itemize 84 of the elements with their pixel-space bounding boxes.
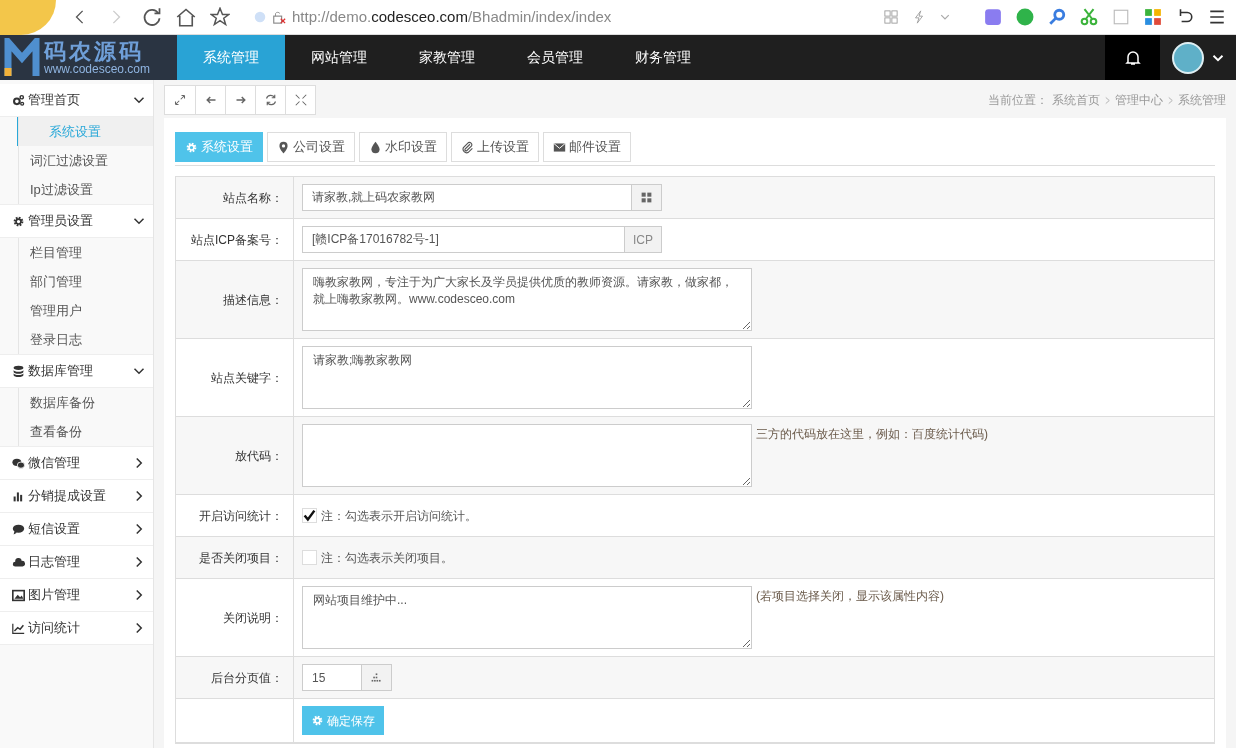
settings-tab[interactable]: 邮件设置 (543, 132, 631, 162)
sidebar-item[interactable]: 登录日志 (0, 325, 153, 354)
logo-subtitle: www.codesceo.com (44, 62, 151, 75)
cloud-icon (12, 555, 25, 569)
sidebar-group[interactable]: 管理首页 (0, 84, 153, 117)
extension-icon[interactable] (984, 8, 1002, 26)
nav-tab[interactable]: 会员管理 (501, 35, 609, 80)
sidebar-group[interactable]: 日志管理 (0, 546, 153, 579)
line-chart-icon (12, 621, 25, 635)
logo[interactable]: 码农源码 www.codesceo.com (0, 35, 177, 80)
nav-tab[interactable]: 网站管理 (285, 35, 393, 80)
bell-icon[interactable] (1105, 35, 1160, 80)
field-label: 是否关闭项目： (199, 549, 283, 567)
text-area[interactable]: 请家教;嗨教家教网 (302, 346, 752, 409)
sidebar-group[interactable]: 短信设置 (0, 513, 153, 546)
settings-icon (185, 140, 198, 154)
sidebar-group[interactable]: 管理员设置 (0, 205, 153, 238)
image-icon (12, 588, 25, 602)
settings-tab[interactable]: 公司设置 (267, 132, 355, 162)
star-icon[interactable] (208, 7, 232, 27)
qr-code-icon[interactable] (884, 10, 898, 24)
field-label: 放代码： (235, 447, 283, 465)
address-bar[interactable]: http://demo.codesceo.com/Bhadmin/index/index (254, 5, 884, 29)
sidebar-item[interactable]: 栏目管理 (0, 238, 153, 267)
field-hint: (若项目选择关闭，显示该属性内容) (756, 588, 944, 605)
paperclip-icon (461, 140, 474, 154)
logo-title: 码农源码 (44, 40, 144, 63)
sidebar-group[interactable]: 数据库管理 (0, 355, 153, 388)
sidebar-item[interactable]: 管理用户 (0, 296, 153, 325)
breadcrumb-label: 当前位置： (988, 92, 1048, 109)
dots-icon (362, 664, 392, 691)
field-label: 关闭说明： (223, 609, 283, 627)
sidebar-item[interactable]: 数据库备份 (0, 388, 153, 417)
field-label: 描述信息： (223, 291, 283, 309)
text-field[interactable]: [赣ICP备17016782号-1] (302, 226, 625, 253)
chat-bubbles-icon (12, 456, 25, 470)
settings-tab[interactable]: 上传设置 (451, 132, 539, 162)
sidebar-item[interactable]: 部门管理 (0, 267, 153, 296)
checkbox-note: 注：勾选表示开启访问统计。 (321, 507, 477, 525)
settings-icon (12, 214, 25, 228)
nav-tab[interactable]: 财务管理 (609, 35, 717, 80)
nav-tab[interactable]: 家教管理 (393, 35, 501, 80)
bar-chart-icon (12, 489, 25, 503)
settings-icon (311, 714, 324, 727)
sidebar-item[interactable]: 查看备份 (0, 417, 153, 446)
text-area[interactable]: 嗨教家教网，专注于为广大家长及学员提供优质的教师资源。请家教，做家都，就上嗨教家教网。www.codesceo.com (302, 268, 752, 331)
field-label: 站点关键字： (211, 369, 283, 387)
sidebar-group[interactable]: 访问统计 (0, 612, 153, 645)
text-field[interactable]: 15 (302, 664, 362, 691)
checkbox[interactable] (302, 508, 317, 523)
field-label: 后台分页值： (211, 669, 283, 687)
sidebar-item[interactable]: Ip过滤设置 (0, 175, 153, 204)
lightning-icon[interactable] (912, 9, 926, 25)
apps-icon[interactable] (1144, 8, 1162, 26)
chevron-right-icon (1167, 95, 1174, 105)
sidebar-group[interactable]: 分销提成设置 (0, 480, 153, 513)
chevron-right-icon (1104, 95, 1111, 105)
speech-bubble-icon (12, 522, 25, 536)
droplet-icon (369, 140, 382, 154)
sidebar-group[interactable]: 图片管理 (0, 579, 153, 612)
checkbox-note: 注：勾选表示关闭项目。 (321, 549, 453, 567)
text-field[interactable]: 请家教,就上码农家教网 (302, 184, 632, 211)
database-icon (12, 364, 25, 378)
settings-tab[interactable]: 水印设置 (359, 132, 447, 162)
url-text: http://demo.codesceo.com/Bhadmin/index/index (292, 6, 612, 27)
field-label: 开启访问统计： (199, 507, 283, 525)
envelope-icon (553, 140, 566, 154)
map-pin-icon (277, 140, 290, 154)
field-label: 站点名称： (223, 189, 283, 207)
field-label: 站点ICP备案号： (191, 231, 283, 249)
text-area[interactable]: 网站项目维护中... (302, 586, 752, 649)
field-hint: 三方的代码放在这里，例如：百度统计代码) (756, 426, 988, 443)
home-icon[interactable] (174, 7, 198, 27)
gears-icon (12, 93, 25, 107)
grid-icon (632, 184, 662, 211)
sidebar-group[interactable]: 微信管理 (0, 447, 153, 480)
magnifier-icon[interactable] (1048, 8, 1066, 26)
menu-icon[interactable] (1208, 8, 1226, 26)
scissors-icon[interactable] (1080, 8, 1098, 26)
insecure-lock-icon (272, 10, 286, 24)
avatar[interactable] (1172, 41, 1204, 74)
m-logo-icon (4, 37, 40, 78)
sidebar-item[interactable]: 词汇过滤设置 (0, 146, 153, 175)
addon-label: ICP (625, 226, 662, 253)
